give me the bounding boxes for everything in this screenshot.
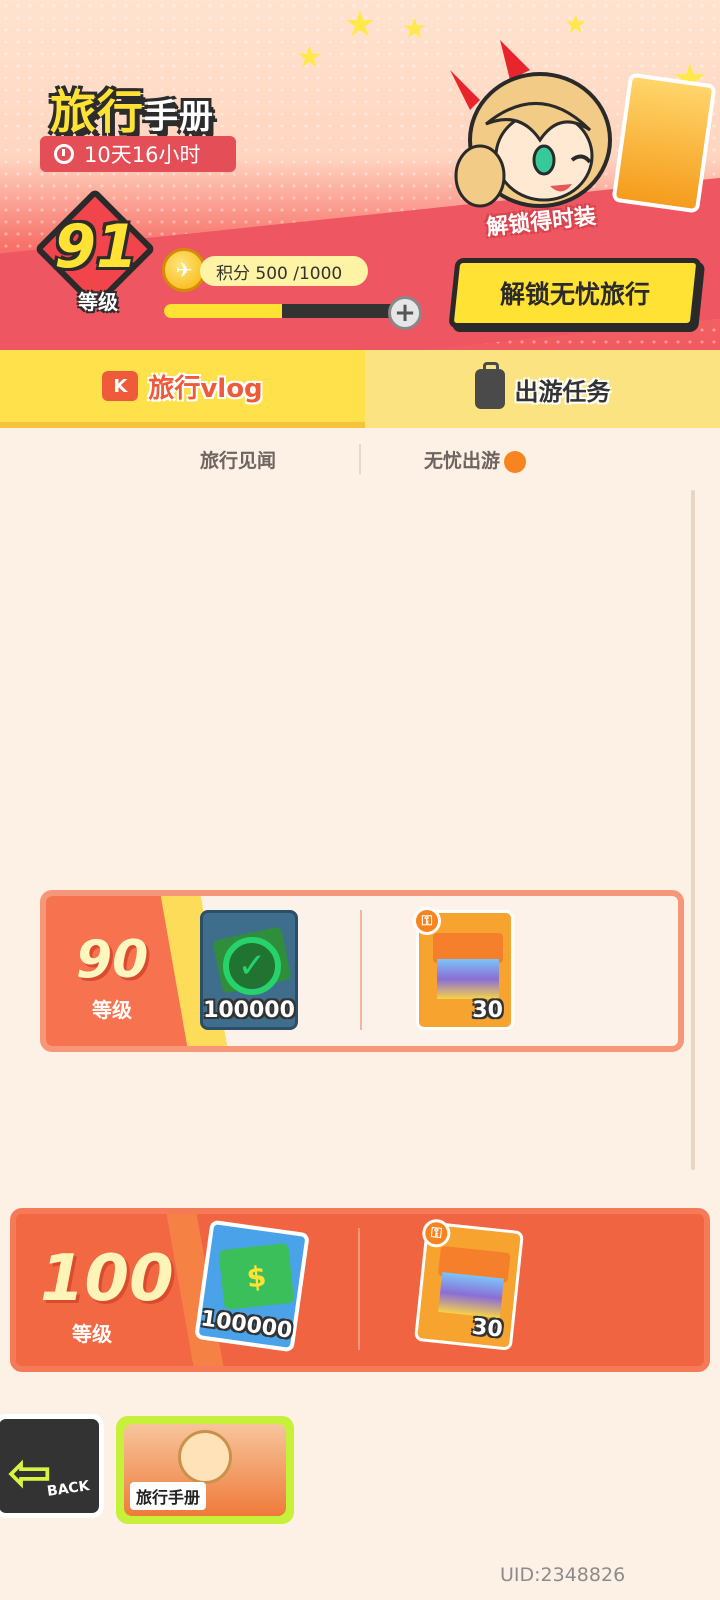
lock-icon: ⚿ <box>413 907 441 935</box>
user-id: UID:2348826 <box>500 1564 626 1586</box>
points-progress-fill <box>164 304 282 318</box>
level-badge: 91 等级 <box>34 188 156 314</box>
reward-free-item[interactable]: ✓ 100000 <box>200 910 298 1030</box>
column-divider <box>359 444 361 474</box>
row-level-label: 等级 <box>72 1322 112 1346</box>
gift-box-icon <box>437 959 499 999</box>
suitcase-icon <box>474 362 505 409</box>
tab-travel-vlog-label: 旅行vlog <box>148 373 263 404</box>
reward-premium-item[interactable]: ⚿ 30 <box>413 907 514 1030</box>
unlock-premium-label: 解锁无忧旅行 <box>499 280 650 309</box>
reward-row-level-100: 100 等级 $ 100000 ⚿ 30 <box>10 1208 710 1372</box>
star-icon: ★ <box>296 40 323 75</box>
tab-travel-tasks-label: 出游任务 <box>514 377 611 406</box>
level-number: 91 <box>54 212 138 282</box>
claimed-check-icon: ✓ <box>223 937 281 995</box>
scrollbar[interactable] <box>691 490 695 1170</box>
costume-prize-image <box>611 72 717 214</box>
reward-count: 30 <box>470 1314 504 1343</box>
timer-text: 10天16小时 <box>84 143 201 167</box>
star-icon: ★ <box>344 4 377 45</box>
row-level-number: 90 <box>76 930 149 990</box>
page-title: 旅行手册 <box>50 76 214 142</box>
reward-premium-item[interactable]: ⚿ 30 <box>413 1217 525 1351</box>
row-divider <box>358 1228 360 1350</box>
travel-handbook-button[interactable]: 旅行手册 <box>116 1416 294 1524</box>
back-button[interactable]: ⇦ BACK <box>0 1414 104 1518</box>
column-header-premium-label: 无忧出游 <box>424 450 501 472</box>
reward-count: 30 <box>472 998 503 1023</box>
title-small: 手册 <box>144 97 214 137</box>
level-label: 等级 <box>78 290 118 314</box>
unlock-premium-button[interactable]: 解锁无忧旅行 <box>448 258 702 328</box>
tab-travel-vlog[interactable]: K 旅行vlog <box>0 350 365 428</box>
star-icon: ★ <box>564 10 588 40</box>
mascot-character-image <box>450 40 612 208</box>
row-level-label: 等级 <box>92 998 132 1022</box>
back-label: BACK <box>46 1478 91 1500</box>
gift-box-icon <box>438 1272 504 1319</box>
back-arrow-icon: ⇦ <box>7 1441 53 1504</box>
row-level-number: 100 <box>40 1242 174 1316</box>
points-progress-bar <box>164 304 400 318</box>
row-divider <box>360 910 362 1030</box>
lock-icon <box>504 450 527 473</box>
points-display: 积分 500 /1000 <box>200 256 368 286</box>
column-header-free: 旅行见闻 <box>200 450 277 472</box>
reward-row-level-90: 90 等级 ✓ 100000 ⚿ 30 <box>40 890 684 1052</box>
star-icon: ★ <box>402 12 428 45</box>
tab-travel-tasks[interactable]: 出游任务 <box>365 350 720 428</box>
reward-free-item[interactable]: $ 100000 <box>194 1219 310 1353</box>
add-points-button[interactable]: + <box>388 296 422 330</box>
mascot-avatar <box>178 1430 232 1484</box>
handbook-thumbnail: 旅行手册 <box>124 1424 286 1516</box>
title-main: 旅行 <box>50 85 144 139</box>
vlog-camera-icon: K <box>102 371 139 401</box>
lock-icon: ⚿ <box>420 1217 452 1249</box>
cash-icon: $ <box>218 1243 295 1311</box>
reward-count: 100000 <box>203 998 295 1023</box>
handbook-label: 旅行手册 <box>130 1482 207 1510</box>
clock-icon <box>54 144 74 164</box>
column-header-premium: 无忧出游 <box>424 446 527 473</box>
season-timer: 10天16小时 <box>40 136 236 172</box>
reward-count: 100000 <box>199 1306 294 1344</box>
